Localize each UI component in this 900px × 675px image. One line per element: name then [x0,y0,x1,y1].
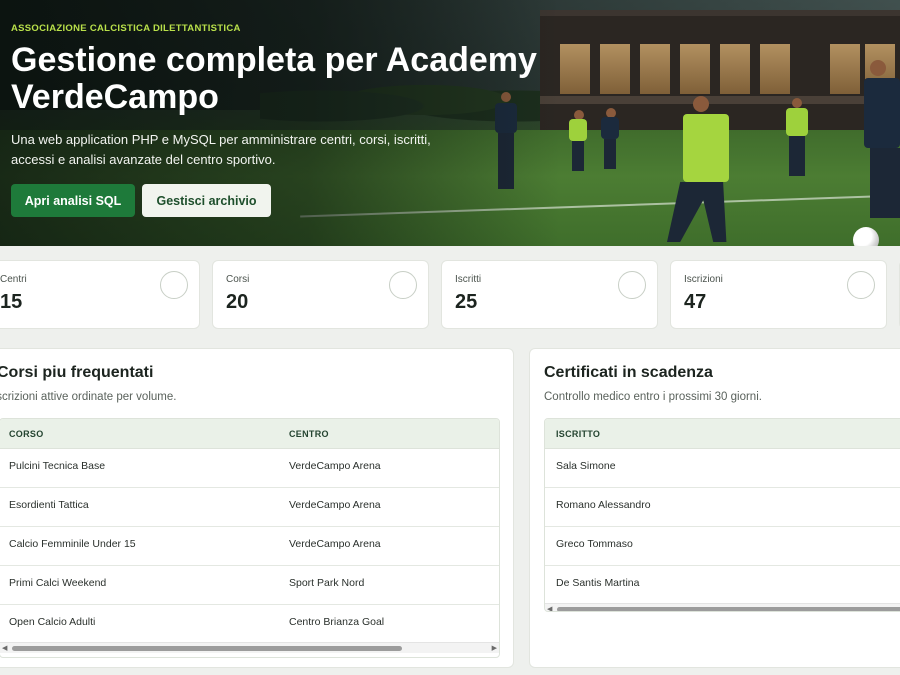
stat-card-corsi: Corsi 20 [212,260,429,329]
stat-circle-icon [160,271,188,299]
page-title: Gestione completa per Academy VerdeCampo [11,41,537,116]
center-name: VerdeCampo Arena [289,499,381,511]
stat-circle-icon [847,271,875,299]
panel-title: Corsi piu frequentati [0,364,154,381]
hero-banner: ASSOCIAZIONE CALCISTICA DILETTANTISTICA … [0,0,900,246]
stat-value: 20 [226,291,249,313]
table-row[interactable]: De Santis Martina [545,566,900,605]
scroll-left-icon[interactable]: ◀ [2,644,7,652]
course-name: Primi Calci Weekend [9,577,107,589]
hero-eyebrow: ASSOCIAZIONE CALCISTICA DILETTANTISTICA [11,23,241,34]
stat-value: 47 [684,291,707,313]
course-name: Calcio Femminile Under 15 [9,538,136,550]
table-header: CORSO CENTRO [0,419,499,449]
course-name: Pulcini Tecnica Base [9,460,106,472]
column-header-iscritto: ISCRITTO [556,429,601,439]
scroll-right-icon[interactable]: ▶ [492,644,497,652]
center-name: Centro Brianza Goal [289,616,385,628]
stat-circle-icon [389,271,417,299]
certificates-table: ISCRITTO Sala Simone Romano Alessandro G… [544,418,900,612]
stat-value: 15 [0,291,23,313]
hero-clubhouse [540,10,900,130]
table-row[interactable]: Romano Alessandro [545,488,900,527]
table-row[interactable]: Calcio Femminile Under 15 VerdeCampo Are… [0,527,499,566]
expiring-certificates-panel: Certificati in scadenza Controllo medico… [529,348,900,668]
table-row[interactable]: Esordienti Tattica VerdeCampo Arena [0,488,499,527]
football-icon [853,227,879,246]
table-row[interactable]: Primi Calci Weekend Sport Park Nord [0,566,499,605]
scrollbar-thumb[interactable] [557,607,900,611]
popular-courses-panel: Corsi piu frequentati Iscrizioni attive … [0,348,514,668]
scrollbar-thumb[interactable] [12,646,402,651]
center-name: VerdeCampo Arena [289,460,381,472]
member-name: Greco Tommaso [556,538,633,550]
table-row[interactable]: Open Calcio Adulti Centro Brianza Goal [0,605,499,644]
table-row[interactable]: Sala Simone [545,449,900,488]
stat-label: Iscritti [455,274,482,285]
member-name: Sala Simone [556,460,616,472]
column-header-corso: CORSO [9,429,44,439]
course-name: Open Calcio Adulti [9,616,96,628]
stat-value: 25 [455,291,478,313]
open-sql-analysis-button[interactable]: Apri analisi SQL [11,184,135,217]
member-name: Romano Alessandro [556,499,651,511]
hero-description: Una web application PHP e MySQL per ammi… [11,132,431,167]
column-header-centro: CENTRO [289,429,329,439]
stat-card-iscrizioni: Iscrizioni 47 [670,260,887,329]
stat-label: Corsi [226,274,250,285]
manage-archive-button[interactable]: Gestisci archivio [142,184,271,217]
horizontal-scrollbar[interactable]: ◀ ▶ [0,642,499,653]
panel-title: Certificati in scadenza [544,364,713,381]
horizontal-scrollbar[interactable]: ◀ [545,603,900,611]
member-name: De Santis Martina [556,577,640,589]
center-name: VerdeCampo Arena [289,538,381,550]
stat-circle-icon [618,271,646,299]
panel-subtitle: Iscrizioni attive ordinate per volume. [0,391,177,403]
stat-label: Centri [0,274,27,285]
course-name: Esordienti Tattica [9,499,89,511]
table-row[interactable]: Greco Tommaso [545,527,900,566]
panel-subtitle: Controllo medico entro i prossimi 30 gio… [544,391,762,403]
stat-card-iscritti: Iscritti 25 [441,260,658,329]
table-row[interactable]: Pulcini Tecnica Base VerdeCampo Arena [0,449,499,488]
scroll-left-icon[interactable]: ◀ [547,605,552,611]
courses-table: CORSO CENTRO Pulcini Tecnica Base VerdeC… [0,418,500,658]
stat-label: Iscrizioni [684,274,723,285]
table-header: ISCRITTO [545,419,900,449]
center-name: Sport Park Nord [289,577,365,589]
stat-card-centri: Centri 15 [0,260,200,329]
